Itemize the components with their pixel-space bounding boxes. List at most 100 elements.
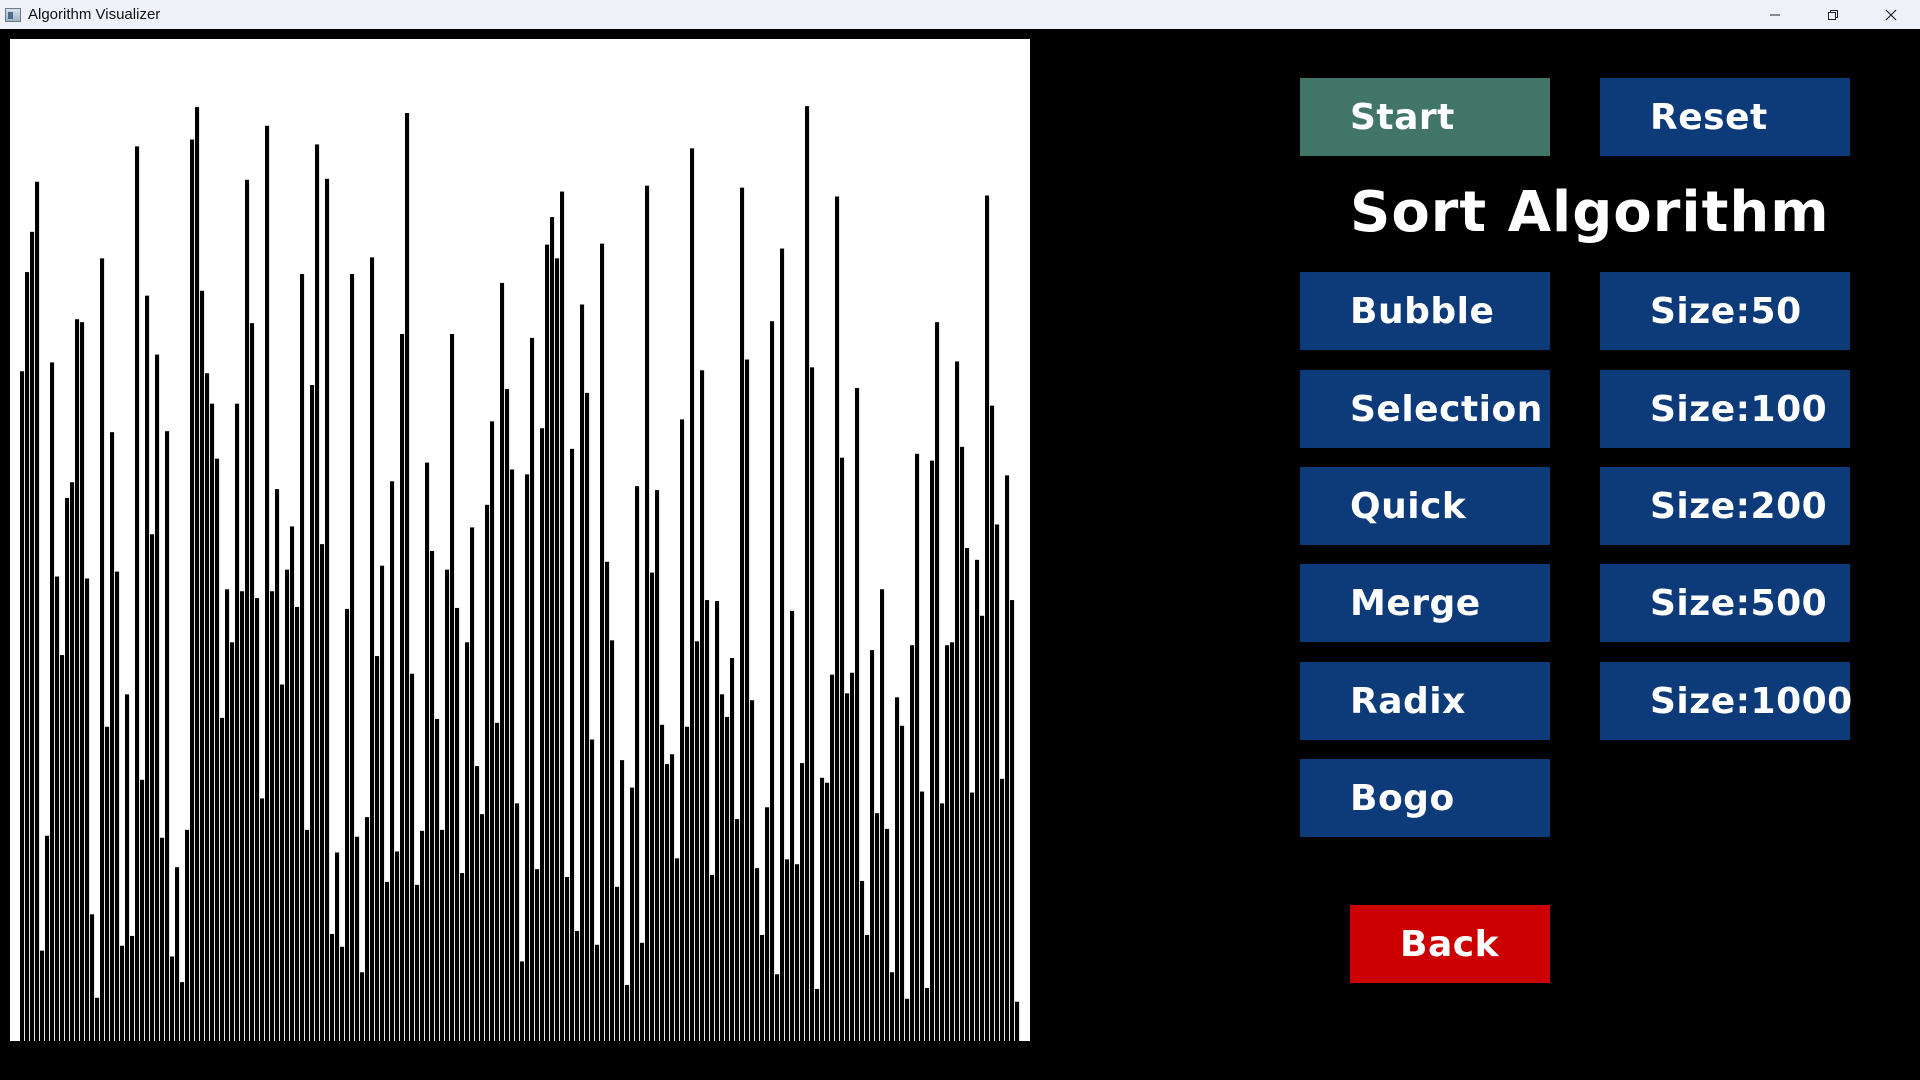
array-bar <box>765 807 770 1041</box>
array-bar <box>295 606 300 1041</box>
array-bar <box>930 460 935 1041</box>
array-bar <box>770 321 775 1041</box>
array-bar <box>455 607 460 1041</box>
array-bar <box>835 196 840 1041</box>
start-button[interactable]: Start <box>1300 78 1550 156</box>
algorithm-button-merge[interactable]: Merge <box>1300 564 1550 642</box>
array-bar <box>630 787 635 1041</box>
size-button-100[interactable]: Size:100 <box>1600 370 1850 448</box>
array-bar <box>910 645 915 1041</box>
array-bar <box>305 829 310 1041</box>
back-button[interactable]: Back <box>1350 905 1550 983</box>
array-bar <box>520 961 525 1041</box>
array-bar <box>70 482 75 1041</box>
array-bar <box>790 610 795 1041</box>
array-bar <box>430 550 435 1041</box>
array-bar <box>290 526 295 1041</box>
array-bar <box>865 934 870 1041</box>
array-bar <box>725 716 730 1041</box>
array-bar <box>210 403 215 1041</box>
array-bar <box>140 779 145 1041</box>
array-bar <box>310 385 315 1041</box>
algorithm-button-quick[interactable]: Quick <box>1300 467 1550 545</box>
array-bar <box>60 655 65 1041</box>
array-bar <box>730 658 735 1041</box>
array-bar <box>205 373 210 1041</box>
array-bar <box>905 998 910 1041</box>
array-bar <box>995 524 1000 1041</box>
array-bar <box>660 724 665 1041</box>
array-bar <box>165 431 170 1041</box>
array-bar <box>315 144 320 1041</box>
array-bar <box>65 497 70 1041</box>
array-bar <box>715 601 720 1041</box>
array-bar <box>780 248 785 1041</box>
array-bar <box>320 544 325 1041</box>
section-title: Sort Algorithm <box>1350 180 1830 245</box>
array-bar <box>150 534 155 1041</box>
array-bar <box>1015 1001 1020 1041</box>
array-bar <box>270 591 275 1041</box>
size-button-200[interactable]: Size:200 <box>1600 467 1850 545</box>
array-bar <box>760 934 765 1041</box>
array-bar <box>915 453 920 1041</box>
reset-button[interactable]: Reset <box>1600 78 1850 156</box>
algorithm-button-radix[interactable]: Radix <box>1300 662 1550 740</box>
array-bar <box>390 481 395 1041</box>
array-bar <box>965 548 970 1041</box>
array-bar <box>225 589 230 1041</box>
array-bar <box>735 819 740 1041</box>
array-bar <box>705 600 710 1041</box>
array-bar <box>255 598 260 1041</box>
array-bar <box>805 106 810 1041</box>
size-button-50[interactable]: Size:50 <box>1600 272 1850 350</box>
array-bar <box>1005 475 1010 1041</box>
array-bar <box>465 642 470 1041</box>
array-bar <box>745 359 750 1041</box>
window-controls <box>1746 0 1920 29</box>
array-bar <box>445 569 450 1041</box>
array-bar <box>665 764 670 1041</box>
array-bar <box>870 650 875 1041</box>
array-bar <box>970 792 975 1041</box>
array-bar <box>1000 778 1005 1041</box>
array-bar <box>405 113 410 1041</box>
array-bar <box>260 798 265 1041</box>
array-bar <box>350 274 355 1041</box>
array-bar <box>440 829 445 1041</box>
algorithm-button-bubble[interactable]: Bubble <box>1300 272 1550 350</box>
array-bar <box>695 641 700 1041</box>
array-bar <box>410 673 415 1041</box>
close-icon[interactable] <box>1862 0 1920 29</box>
array-bar <box>415 884 420 1041</box>
size-button-1000[interactable]: Size:1000 <box>1600 662 1852 740</box>
array-bar <box>90 914 95 1041</box>
array-bar <box>670 754 675 1041</box>
array-bar <box>710 875 715 1041</box>
array-bar <box>940 803 945 1041</box>
size-button-500[interactable]: Size:500 <box>1600 564 1850 642</box>
array-bar <box>680 419 685 1041</box>
array-bar <box>525 474 530 1041</box>
array-bar <box>195 107 200 1041</box>
array-bar <box>385 881 390 1041</box>
array-bar <box>535 869 540 1041</box>
array-bar <box>250 323 255 1041</box>
algorithm-button-selection[interactable]: Selection <box>1300 370 1550 448</box>
array-bar <box>380 565 385 1041</box>
array-bar <box>810 367 815 1041</box>
array-bar <box>845 693 850 1041</box>
array-bar <box>330 933 335 1041</box>
array-bar <box>990 405 995 1041</box>
array-bar <box>360 972 365 1041</box>
array-bar <box>755 868 760 1041</box>
array-bar <box>125 694 130 1041</box>
restore-icon[interactable] <box>1804 0 1862 29</box>
minimize-icon[interactable] <box>1746 0 1804 29</box>
array-bar <box>955 361 960 1041</box>
array-bar <box>750 700 755 1041</box>
array-bar <box>450 333 455 1041</box>
algorithm-button-bogo[interactable]: Bogo <box>1300 759 1550 837</box>
array-bar <box>815 988 820 1041</box>
array-bar <box>555 258 560 1041</box>
